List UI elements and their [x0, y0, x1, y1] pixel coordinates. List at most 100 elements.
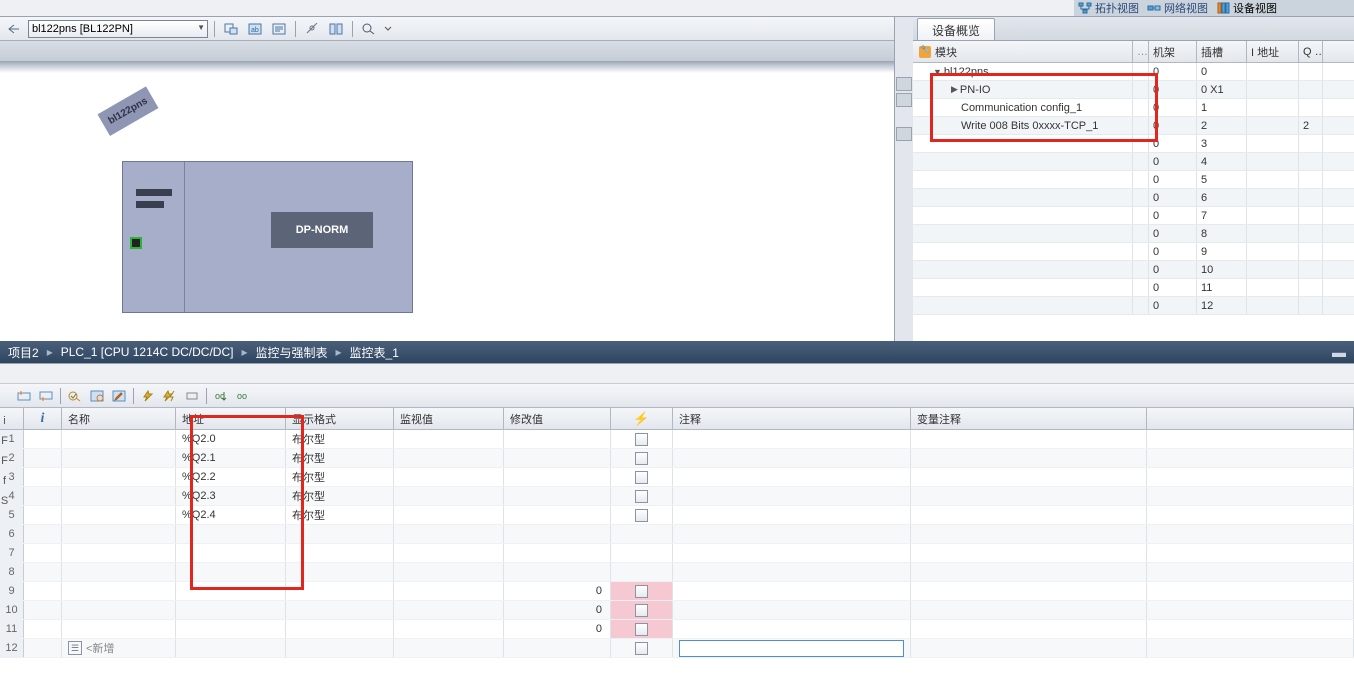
force-icon[interactable]	[182, 387, 202, 405]
cell-comment[interactable]	[673, 563, 911, 581]
col-monitor[interactable]: 监视值	[394, 408, 504, 429]
crumb-table[interactable]: 监控表_1	[350, 344, 399, 361]
tree-arrow-icon[interactable]: ▶	[951, 84, 958, 95]
cell-modify[interactable]	[504, 544, 611, 562]
cell-name[interactable]	[62, 430, 176, 448]
cell-flash[interactable]	[611, 525, 673, 543]
cell-address[interactable]: %Q2.4	[176, 506, 286, 524]
watch-row[interactable]: 4%Q2.3布尔型	[0, 487, 1354, 506]
modify-checkbox[interactable]	[635, 642, 648, 655]
col-info[interactable]: i	[24, 408, 62, 429]
cell-tag-comment[interactable]	[911, 449, 1147, 467]
cell-address[interactable]	[176, 525, 286, 543]
cell-tag-comment[interactable]	[911, 525, 1147, 543]
cell-format[interactable]: 布尔型	[286, 449, 394, 467]
modify-now-icon[interactable]	[109, 387, 129, 405]
modify-checkbox[interactable]	[635, 452, 648, 465]
flash-modify-all-icon[interactable]	[160, 387, 180, 405]
overview-row[interactable]: Communication config_101	[913, 99, 1354, 117]
watch-row[interactable]: 7	[0, 544, 1354, 563]
cell-flash[interactable]	[611, 639, 673, 657]
watch-row[interactable]: 6	[0, 525, 1354, 544]
cell-flash[interactable]	[611, 582, 673, 600]
col-rack[interactable]: 机架	[1149, 41, 1197, 62]
cell-address[interactable]	[176, 582, 286, 600]
cell-tag-comment[interactable]	[911, 620, 1147, 638]
pack-addresses-icon[interactable]	[326, 20, 346, 38]
cell-comment[interactable]	[673, 601, 911, 619]
cell-modify[interactable]: 0	[504, 620, 611, 638]
add-row-icon[interactable]: ☰	[68, 641, 82, 655]
cell-address[interactable]: %Q2.0	[176, 430, 286, 448]
cell-comment[interactable]	[673, 582, 911, 600]
modify-checkbox[interactable]	[635, 585, 648, 598]
col-modify[interactable]: 修改值	[504, 408, 611, 429]
overview-row[interactable]: 07	[913, 207, 1354, 225]
unplug-icon[interactable]	[302, 20, 322, 38]
overview-row[interactable]: 03	[913, 135, 1354, 153]
cell-flash[interactable]	[611, 544, 673, 562]
cell-address[interactable]: %Q2.3	[176, 487, 286, 505]
cell-flash[interactable]	[611, 601, 673, 619]
col-format[interactable]: 显示格式	[286, 408, 394, 429]
cell-flash[interactable]	[611, 449, 673, 467]
col-flash[interactable]: ⚡	[611, 408, 673, 429]
cell-flash[interactable]	[611, 506, 673, 524]
col-name[interactable]: 名称	[62, 408, 176, 429]
watch-row[interactable]: 2%Q2.1布尔型	[0, 449, 1354, 468]
cell-format[interactable]	[286, 601, 394, 619]
cell-comment[interactable]	[673, 449, 911, 467]
cell-modify[interactable]	[504, 430, 611, 448]
cell-name[interactable]	[62, 601, 176, 619]
cell-tag-comment[interactable]	[911, 582, 1147, 600]
topology-view-tab[interactable]: 拓扑视图	[1078, 0, 1139, 16]
cell-tag-comment[interactable]	[911, 468, 1147, 486]
network-view-tab[interactable]: 网络视图	[1147, 0, 1208, 16]
cell-tag-comment[interactable]	[911, 544, 1147, 562]
zoom-dropdown-icon[interactable]	[383, 20, 393, 38]
cell-name[interactable]	[62, 563, 176, 581]
cell-tag-comment[interactable]	[911, 487, 1147, 505]
cell-comment[interactable]	[673, 544, 911, 562]
cell-flash[interactable]	[611, 468, 673, 486]
cell-modify[interactable]: 0	[504, 582, 611, 600]
show-addresses-icon[interactable]	[269, 20, 289, 38]
overview-row[interactable]: 010	[913, 261, 1354, 279]
io-display-icon[interactable]: oo	[233, 387, 253, 405]
crumb-folder[interactable]: 监控与强制表	[255, 344, 327, 361]
cell-comment[interactable]	[673, 468, 911, 486]
overview-row[interactable]: 09	[913, 243, 1354, 261]
cell-modify[interactable]	[504, 468, 611, 486]
cell-name[interactable]: ☰<新增	[62, 639, 176, 657]
cell-format[interactable]: 布尔型	[286, 430, 394, 448]
cell-format[interactable]	[286, 582, 394, 600]
cell-address[interactable]	[176, 563, 286, 581]
cell-name[interactable]	[62, 544, 176, 562]
cell-modify[interactable]: 0	[504, 601, 611, 619]
cell-modify[interactable]	[504, 506, 611, 524]
cell-format[interactable]	[286, 563, 394, 581]
col-address[interactable]: 地址	[176, 408, 286, 429]
watch-row[interactable]: 8	[0, 563, 1354, 582]
watch-row[interactable]: 3%Q2.2布尔型	[0, 468, 1354, 487]
cell-format[interactable]: 布尔型	[286, 487, 394, 505]
overview-row[interactable]: 011	[913, 279, 1354, 297]
cell-modify[interactable]	[504, 525, 611, 543]
cell-flash[interactable]	[611, 430, 673, 448]
cell-address[interactable]: %Q2.1	[176, 449, 286, 467]
overview-row[interactable]: ▼bl122pns00	[913, 63, 1354, 81]
expanded-mode-icon[interactable]: oo	[211, 387, 231, 405]
cell-tag-comment[interactable]	[911, 563, 1147, 581]
cell-name[interactable]	[62, 468, 176, 486]
cell-format[interactable]	[286, 639, 394, 657]
cell-comment[interactable]	[673, 525, 911, 543]
splitter-handle-icon[interactable]	[896, 127, 912, 141]
cell-address[interactable]	[176, 601, 286, 619]
overview-row[interactable]: 04	[913, 153, 1354, 171]
device-overview-tab[interactable]: 设备概览	[917, 18, 995, 40]
cell-comment[interactable]	[673, 620, 911, 638]
device-selector[interactable]	[28, 20, 208, 38]
insert-row-icon[interactable]	[14, 387, 34, 405]
cell-name[interactable]	[62, 582, 176, 600]
watch-row[interactable]: 90	[0, 582, 1354, 601]
